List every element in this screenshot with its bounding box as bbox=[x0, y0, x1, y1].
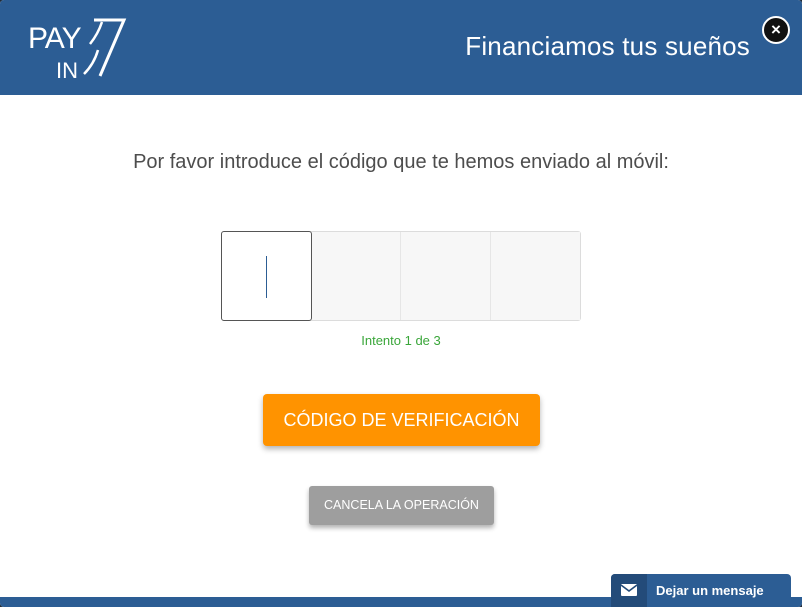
close-button[interactable]: × bbox=[762, 16, 790, 44]
envelope-icon bbox=[621, 584, 637, 596]
code-digit-input-4[interactable] bbox=[490, 232, 580, 320]
code-input-group bbox=[221, 231, 581, 321]
attempt-counter: Intento 1 de 3 bbox=[361, 333, 441, 348]
text-caret bbox=[266, 256, 267, 298]
cancel-operation-button[interactable]: CANCELA LA OPERACIÓN bbox=[309, 486, 494, 525]
header-title: Financiamos tus sueños bbox=[465, 31, 750, 61]
verify-code-button[interactable]: CÓDIGO DE VERIFICACIÓN bbox=[263, 394, 540, 446]
leave-message-widget[interactable]: Dejar un mensaje bbox=[611, 574, 791, 607]
svg-text:PAY: PAY bbox=[28, 22, 82, 55]
verification-modal: PAY IN Financiamos tus sueños × Por favo… bbox=[0, 0, 802, 607]
code-digit-input-1[interactable] bbox=[221, 231, 312, 321]
leave-message-label: Dejar un mensaje bbox=[656, 583, 764, 598]
payin7-logo: PAY IN bbox=[28, 18, 127, 82]
svg-text:IN: IN bbox=[56, 58, 78, 82]
envelope-icon-container bbox=[611, 574, 647, 607]
modal-header: PAY IN Financiamos tus sueños × bbox=[0, 0, 802, 95]
code-digit-input-2[interactable] bbox=[311, 232, 401, 320]
code-prompt: Por favor introduce el código que te hem… bbox=[133, 151, 669, 173]
code-digit-input-3[interactable] bbox=[401, 232, 491, 320]
